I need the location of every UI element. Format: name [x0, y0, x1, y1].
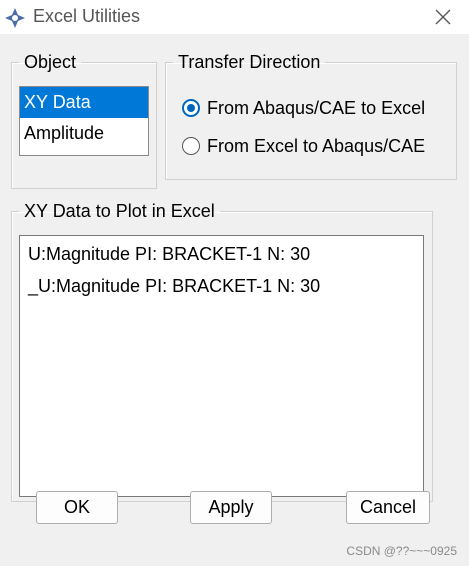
abaqus-compass-icon — [5, 8, 25, 28]
close-button[interactable] — [431, 5, 455, 29]
object-item-xy-data[interactable]: XY Data — [20, 87, 148, 118]
radio-checked-icon[interactable] — [182, 99, 200, 117]
object-group-legend: Object — [24, 52, 77, 72]
cancel-button-label: Cancel — [359, 497, 417, 517]
radio-excel-to-abaqus[interactable]: From Excel to Abaqus/CAE — [182, 133, 425, 159]
xy-data-legend: XY Data to Plot in Excel — [24, 201, 215, 221]
dialog-body: Object XY Data Amplitude Transfer Direct… — [0, 34, 469, 566]
ok-button[interactable]: OK — [36, 491, 118, 524]
xy-data-item[interactable]: _U:Magnitude PI: BRACKET-1 N: 30 — [20, 270, 423, 302]
radio-excel-to-abaqus-label: From Excel to Abaqus/CAE — [207, 135, 426, 156]
title-bar: Excel Utilities — [0, 0, 469, 34]
xy-data-listbox[interactable]: U:Magnitude PI: BRACKET-1 N: 30 _U:Magni… — [19, 235, 424, 497]
object-item-amplitude[interactable]: Amplitude — [20, 118, 148, 149]
radio-unchecked-icon[interactable] — [182, 137, 200, 155]
cancel-button[interactable]: Cancel — [346, 491, 430, 524]
window-title: Excel Utilities — [33, 6, 141, 26]
ok-button-label: OK — [63, 497, 90, 517]
object-listbox[interactable]: XY Data Amplitude — [19, 86, 149, 156]
close-icon — [435, 9, 451, 25]
apply-button[interactable]: Apply — [190, 491, 272, 524]
transfer-direction-group: Transfer Direction From Abaqus/CAE to Ex… — [165, 53, 457, 180]
watermark: CSDN @??~~~0925 — [346, 544, 457, 558]
xy-data-item[interactable]: U:Magnitude PI: BRACKET-1 N: 30 — [20, 238, 423, 270]
transfer-direction-legend: Transfer Direction — [178, 52, 321, 72]
radio-abaqus-to-excel[interactable]: From Abaqus/CAE to Excel — [182, 95, 425, 121]
apply-button-label: Apply — [208, 497, 254, 517]
radio-abaqus-to-excel-label: From Abaqus/CAE to Excel — [207, 97, 426, 118]
